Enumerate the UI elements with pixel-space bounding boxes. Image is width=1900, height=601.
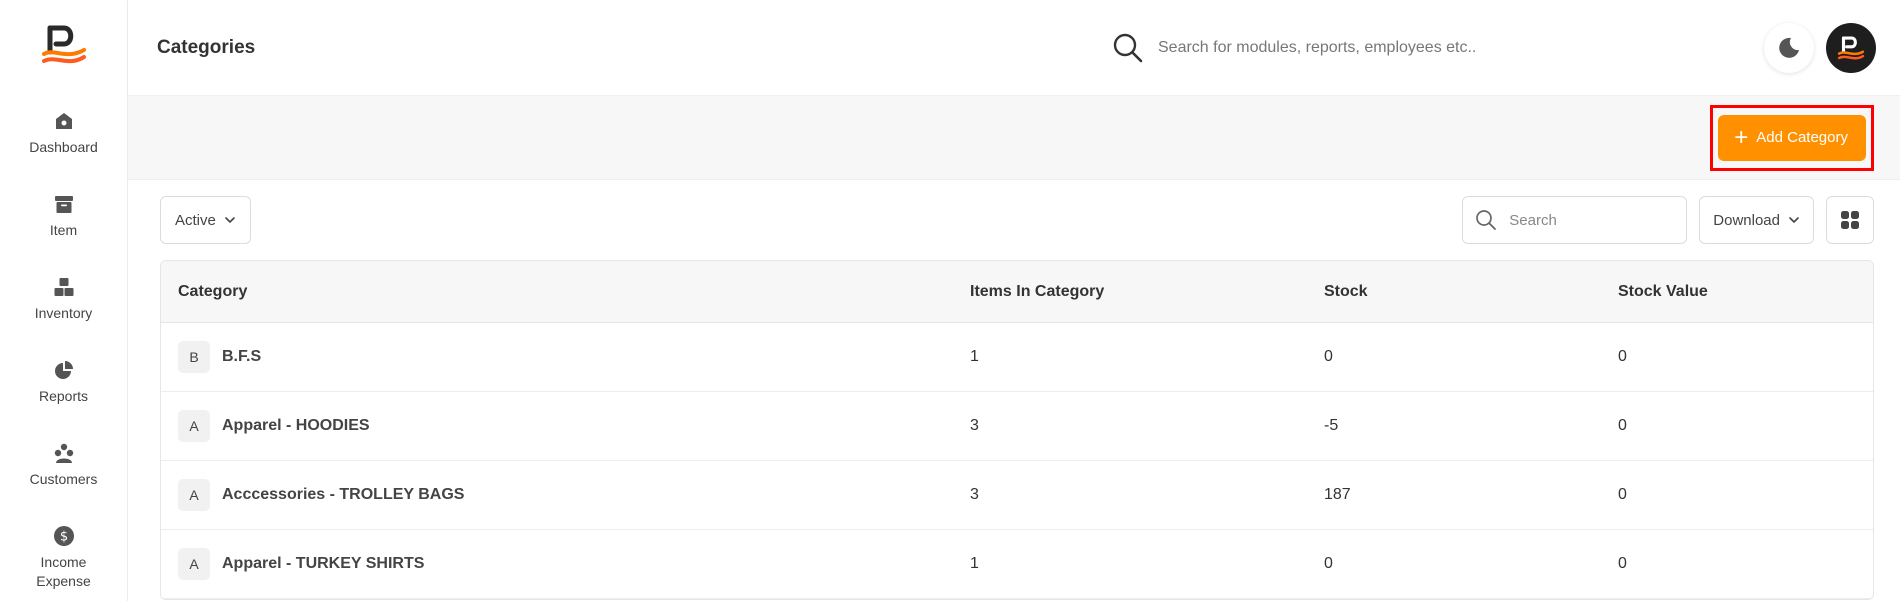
category-initial-badge: A: [178, 410, 210, 442]
category-initial-badge: A: [178, 479, 210, 511]
search-icon: [1113, 33, 1143, 62]
category-initial-badge: A: [178, 548, 210, 580]
table-row[interactable]: A Apparel - HOODIES 3 -5 0: [161, 392, 1873, 461]
table-header: Category Items In Category Stock Stock V…: [161, 261, 1873, 323]
content: Active Download: [128, 180, 1900, 601]
category-cell: A Acccessories - TROLLEY BAGS: [161, 479, 953, 511]
sidebar-item-reports[interactable]: Reports: [0, 347, 127, 430]
stock-value-cell: 0: [1618, 417, 1627, 434]
category-initial-badge: B: [178, 341, 210, 373]
global-search-input[interactable]: [1158, 38, 1618, 57]
items-count-cell: 1: [970, 348, 979, 365]
stock-value-cell: 0: [1618, 486, 1627, 503]
sidebar-item-label: Income Expense: [36, 554, 91, 589]
category-name[interactable]: Apparel - TURKEY SHIRTS: [222, 555, 424, 573]
category-name[interactable]: B.F.S: [222, 348, 261, 366]
sidebar-item-label: Reports: [38, 388, 89, 404]
sidebar-item-label: Item: [49, 222, 78, 238]
dashboard-icon: [55, 113, 72, 129]
add-category-label: Add Category: [1756, 129, 1848, 146]
main-area: Categories Search for modules, reports, …: [128, 0, 1900, 601]
global-search: [1112, 32, 1652, 64]
sidebar-item-income-expense[interactable]: $ Income Expense: [0, 513, 127, 596]
top-bar: Categories: [128, 0, 1900, 96]
sidebar-item-label: Dashboard: [29, 139, 98, 155]
stock-cell: 187: [1324, 486, 1351, 503]
category-cell: A Apparel - HOODIES: [161, 410, 953, 442]
sidebar-item-customers[interactable]: Customers: [0, 430, 127, 513]
stock-cell: -5: [1324, 417, 1339, 434]
table-toolbar: Active Download: [160, 196, 1874, 244]
action-band: + Add Category: [128, 96, 1900, 180]
pie-chart-icon: [54, 361, 73, 379]
header-stock-value[interactable]: Stock Value: [1601, 283, 1873, 301]
status-filter-dropdown[interactable]: Active: [160, 196, 251, 244]
stock-cell: 0: [1324, 555, 1333, 572]
top-actions: [1764, 22, 1876, 73]
sidebar-item-inventory[interactable]: Inventory: [0, 264, 127, 347]
sidebar-item-label: Customers: [29, 471, 98, 487]
item-box-icon: [54, 196, 73, 213]
sidebar: Dashboard Item Inventory Reports Custome…: [0, 0, 128, 601]
grid-view-button[interactable]: [1826, 196, 1874, 244]
avatar[interactable]: [1826, 22, 1876, 73]
page-title: Categories: [157, 36, 256, 58]
chevron-down-icon: [1789, 217, 1799, 224]
brand-logo[interactable]: [40, 22, 88, 70]
svg-text:$: $: [59, 530, 67, 545]
inventory-boxes-icon: [54, 278, 73, 296]
header-category[interactable]: Category: [161, 283, 953, 301]
category-cell: B B.F.S: [161, 341, 953, 373]
app-root: Dashboard Item Inventory Reports Custome…: [0, 0, 1900, 601]
search-icon: [1476, 210, 1497, 230]
sidebar-nav: Dashboard Item Inventory Reports Custome…: [0, 98, 127, 596]
grid-icon: [1841, 211, 1859, 229]
download-dropdown-button[interactable]: Download: [1699, 196, 1814, 244]
theme-toggle-button[interactable]: [1764, 22, 1814, 73]
stock-value-cell: 0: [1618, 348, 1627, 365]
plus-icon: +: [1734, 123, 1749, 151]
table-row[interactable]: A Acccessories - TROLLEY BAGS 3 187 0: [161, 461, 1873, 530]
customers-icon: [54, 443, 73, 463]
categories-table: Category Items In Category Stock Stock V…: [160, 260, 1874, 600]
table-row[interactable]: A Apparel - TURKEY SHIRTS 1 0 0: [161, 530, 1873, 599]
items-count-cell: 1: [970, 555, 979, 572]
items-count-cell: 3: [970, 486, 979, 503]
status-filter-value: Active: [175, 211, 216, 229]
category-name[interactable]: Apparel - HOODIES: [222, 417, 370, 435]
moon-icon: [1779, 37, 1799, 58]
sidebar-item-label: Inventory: [34, 305, 93, 321]
table-row[interactable]: B B.F.S 1 0 0: [161, 323, 1873, 392]
stock-cell: 0: [1324, 348, 1333, 365]
dollar-icon: $: [53, 526, 74, 546]
sidebar-item-item[interactable]: Item: [0, 181, 127, 264]
add-category-highlight: + Add Category: [1710, 104, 1874, 171]
sidebar-item-dashboard[interactable]: Dashboard: [0, 98, 127, 181]
header-stock[interactable]: Stock: [1307, 283, 1601, 301]
toolbar-right: Download: [1462, 196, 1874, 244]
items-count-cell: 3: [970, 417, 979, 434]
chevron-down-icon: [225, 217, 235, 224]
avatar-logo-icon: [1837, 35, 1865, 60]
stock-value-cell: 0: [1618, 555, 1627, 572]
add-category-button[interactable]: + Add Category: [1718, 114, 1866, 161]
table-search: [1462, 196, 1688, 244]
category-name[interactable]: Acccessories - TROLLEY BAGS: [222, 486, 464, 504]
category-cell: A Apparel - TURKEY SHIRTS: [161, 548, 953, 580]
table-search-input[interactable]: [1509, 211, 1660, 229]
header-items-in-category[interactable]: Items In Category: [953, 283, 1307, 301]
download-label: Download: [1713, 211, 1780, 229]
